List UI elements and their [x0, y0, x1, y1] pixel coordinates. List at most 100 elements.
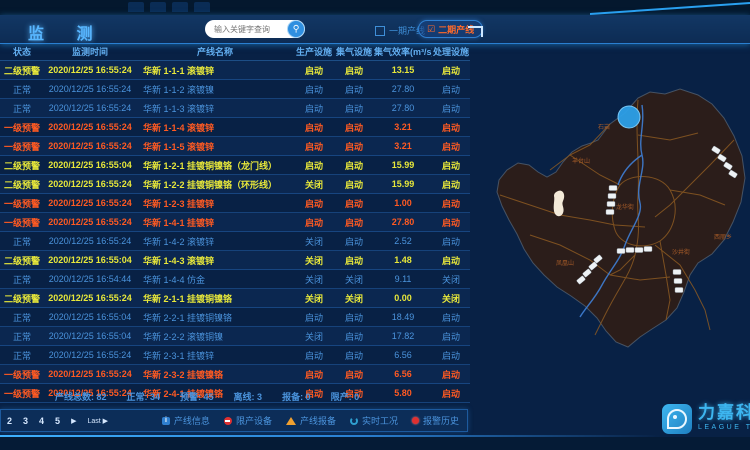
- page-button-4[interactable]: 4: [39, 416, 44, 426]
- page-button-2[interactable]: 2: [7, 416, 12, 426]
- site-marker[interactable]: [608, 194, 616, 199]
- cell-time: 2020/12/25 16:55:04: [44, 160, 136, 170]
- cell-eff: 3.21: [374, 122, 432, 132]
- legend-label: 限产设备: [236, 414, 272, 427]
- legend-实时工况[interactable]: 实时工况: [350, 414, 398, 427]
- column-header: 生产设施: [294, 45, 334, 58]
- last-page-button[interactable]: Last ▶: [87, 417, 108, 425]
- site-marker[interactable]: [675, 288, 683, 293]
- table-row[interactable]: 正常2020/12/25 16:55:24华新 1-4-2 滚镀锌关闭启动2.5…: [0, 232, 470, 251]
- cell-eff: 1.00: [374, 198, 432, 208]
- search-button[interactable]: ⚲: [287, 20, 305, 38]
- cell-status: 正常: [0, 235, 44, 248]
- cell-proc: 启动: [432, 178, 470, 191]
- site-marker[interactable]: [607, 202, 615, 207]
- cell-gas: 启动: [334, 102, 374, 115]
- cell-proc: 启动: [432, 83, 470, 96]
- cell-name: 华新 1-2-3 挂镀锌: [136, 197, 294, 210]
- pagination: 2 3 4 5 ▶ Last ▶: [1, 416, 108, 426]
- checked-icon: ☑: [427, 25, 435, 34]
- legend-限产设备[interactable]: 限产设备: [224, 414, 272, 427]
- legend-报警历史[interactable]: 报警历史: [412, 414, 459, 427]
- table-row[interactable]: 一级预警2020/12/25 16:55:24华新 2-3-2 挂镀镍铬启动启动…: [0, 365, 470, 384]
- alarm-dot-icon: [412, 417, 419, 424]
- table-row[interactable]: 正常2020/12/25 16:55:24华新 1-1-3 滚镀锌启动启动27.…: [0, 99, 470, 118]
- search-input[interactable]: [205, 21, 287, 37]
- table-row[interactable]: 一级预警2020/12/25 16:55:24华新 1-4-1 挂镀锌启动启动2…: [0, 213, 470, 232]
- next-page-button[interactable]: ▶: [71, 417, 76, 425]
- legend-bar: i产线信息 限产设备 产线报备 实时工况 报警历史: [162, 414, 467, 427]
- cell-name: 华新 2-3-2 挂镀镍铬: [136, 368, 294, 381]
- cell-eff: 9.11: [374, 274, 432, 284]
- gauge-icon: [350, 417, 358, 425]
- table-row[interactable]: 二级预警2020/12/25 16:55:04华新 1-4-3 滚镀锌关闭启动1…: [0, 251, 470, 270]
- table-row[interactable]: 一级预警2020/12/25 16:55:24华新 1-1-5 滚镀锌启动启动3…: [0, 137, 470, 156]
- cell-proc: 启动: [432, 368, 470, 381]
- table-row[interactable]: 正常2020/12/25 16:55:24华新 1-1-2 滚镀镍启动启动27.…: [0, 80, 470, 99]
- site-marker[interactable]: [609, 186, 617, 191]
- cell-time: 2020/12/25 16:55:24: [44, 293, 136, 303]
- page-button-3[interactable]: 3: [23, 416, 28, 426]
- cell-name: 华新 1-4-3 滚镀锌: [136, 254, 294, 267]
- cell-time: 2020/12/25 16:55:24: [44, 236, 136, 246]
- no-entry-icon: [224, 417, 232, 425]
- page-title: 监 测: [28, 20, 106, 44]
- cell-proc: 启动: [432, 254, 470, 267]
- summary-正常: 正常: 34: [127, 390, 161, 403]
- table-row[interactable]: 二级预警2020/12/25 16:55:04华新 1-2-1 挂镀铜镍铬（龙门…: [0, 156, 470, 175]
- cell-time: 2020/12/25 16:55:24: [44, 103, 136, 113]
- table-row[interactable]: 二级预警2020/12/25 16:55:24华新 1-2-2 挂镀铜镍铬（环形…: [0, 175, 470, 194]
- site-marker[interactable]: [617, 249, 625, 254]
- map-label: 龙华街: [616, 203, 634, 211]
- site-marker[interactable]: [626, 248, 634, 253]
- cell-time: 2020/12/25 16:55:04: [44, 255, 136, 265]
- site-marker[interactable]: [606, 210, 614, 215]
- cell-proc: 启动: [432, 311, 470, 324]
- magnifier-icon: ⚲: [293, 24, 300, 33]
- legend-产线报备[interactable]: 产线报备: [286, 414, 336, 427]
- cell-time: 2020/12/25 16:55:24: [44, 217, 136, 227]
- table-row[interactable]: 一级预警2020/12/25 16:55:24华新 1-1-4 滚镀锌启动启动3…: [0, 118, 470, 137]
- cell-prod: 启动: [294, 64, 334, 77]
- cell-gas: 关闭: [334, 273, 374, 286]
- site-marker[interactable]: [674, 279, 682, 284]
- site-marker[interactable]: [644, 247, 652, 252]
- page-button-5[interactable]: 5: [55, 416, 60, 426]
- cell-gas: 启动: [334, 197, 374, 210]
- cell-time: 2020/12/25 16:55:24: [44, 198, 136, 208]
- map-label: 沙井街: [672, 248, 690, 256]
- cell-eff: 2.52: [374, 236, 432, 246]
- cluster-marker[interactable]: [618, 106, 640, 128]
- table-row[interactable]: 正常2020/12/25 16:54:44华新 1-4-4 仿金关闭关闭9.11…: [0, 270, 470, 289]
- cell-prod: 启动: [294, 159, 334, 172]
- site-marker[interactable]: [635, 248, 643, 253]
- cell-status: 一级预警: [0, 121, 44, 134]
- table-row[interactable]: 正常2020/12/25 16:55:24华新 2-3-1 挂镀锌启动启动6.5…: [0, 346, 470, 365]
- warning-triangle-icon: [286, 417, 296, 425]
- cell-eff: 17.82: [374, 331, 432, 341]
- legend-产线信息[interactable]: i产线信息: [162, 414, 210, 427]
- table-row[interactable]: 二级预警2020/12/25 16:55:24华新 2-1-1 挂镀铜镍铬关闭关…: [0, 289, 470, 308]
- cell-status: 一级预警: [0, 368, 44, 381]
- cell-status: 二级预警: [0, 178, 44, 191]
- cell-prod: 启动: [294, 368, 334, 381]
- cell-status: 一级预警: [0, 216, 44, 229]
- table-row[interactable]: 一级预警2020/12/25 16:55:24华新 1-2-3 挂镀锌启动启动1…: [0, 194, 470, 213]
- cell-eff: 6.56: [374, 350, 432, 360]
- map-label: 凤凰山: [556, 259, 574, 267]
- map-label: 西丽乡: [714, 234, 732, 241]
- cell-time: 2020/12/25 16:55:24: [44, 65, 136, 75]
- cell-proc: 启动: [432, 197, 470, 210]
- summary-报备: 报备: 0: [282, 390, 311, 403]
- cell-proc: 启动: [432, 235, 470, 248]
- table-row[interactable]: 二级预警2020/12/25 16:55:24华新 1-1-1 滚镀锌启动启动1…: [0, 61, 470, 80]
- cell-gas: 启动: [334, 254, 374, 267]
- table-row[interactable]: 正常2020/12/25 16:55:04华新 2-2-2 滚镀铜镍关闭启动17…: [0, 327, 470, 346]
- table-row[interactable]: 正常2020/12/25 16:55:04华新 2-2-1 挂镀铜镍铬启动启动1…: [0, 308, 470, 327]
- logo-name: 力嘉科技: [698, 404, 750, 421]
- cell-proc: 关闭: [432, 273, 470, 286]
- cell-proc: 启动: [432, 121, 470, 134]
- cell-eff: 13.15: [374, 65, 432, 75]
- cell-name: 华新 2-2-2 滚镀铜镍: [136, 330, 294, 343]
- site-marker[interactable]: [673, 270, 681, 275]
